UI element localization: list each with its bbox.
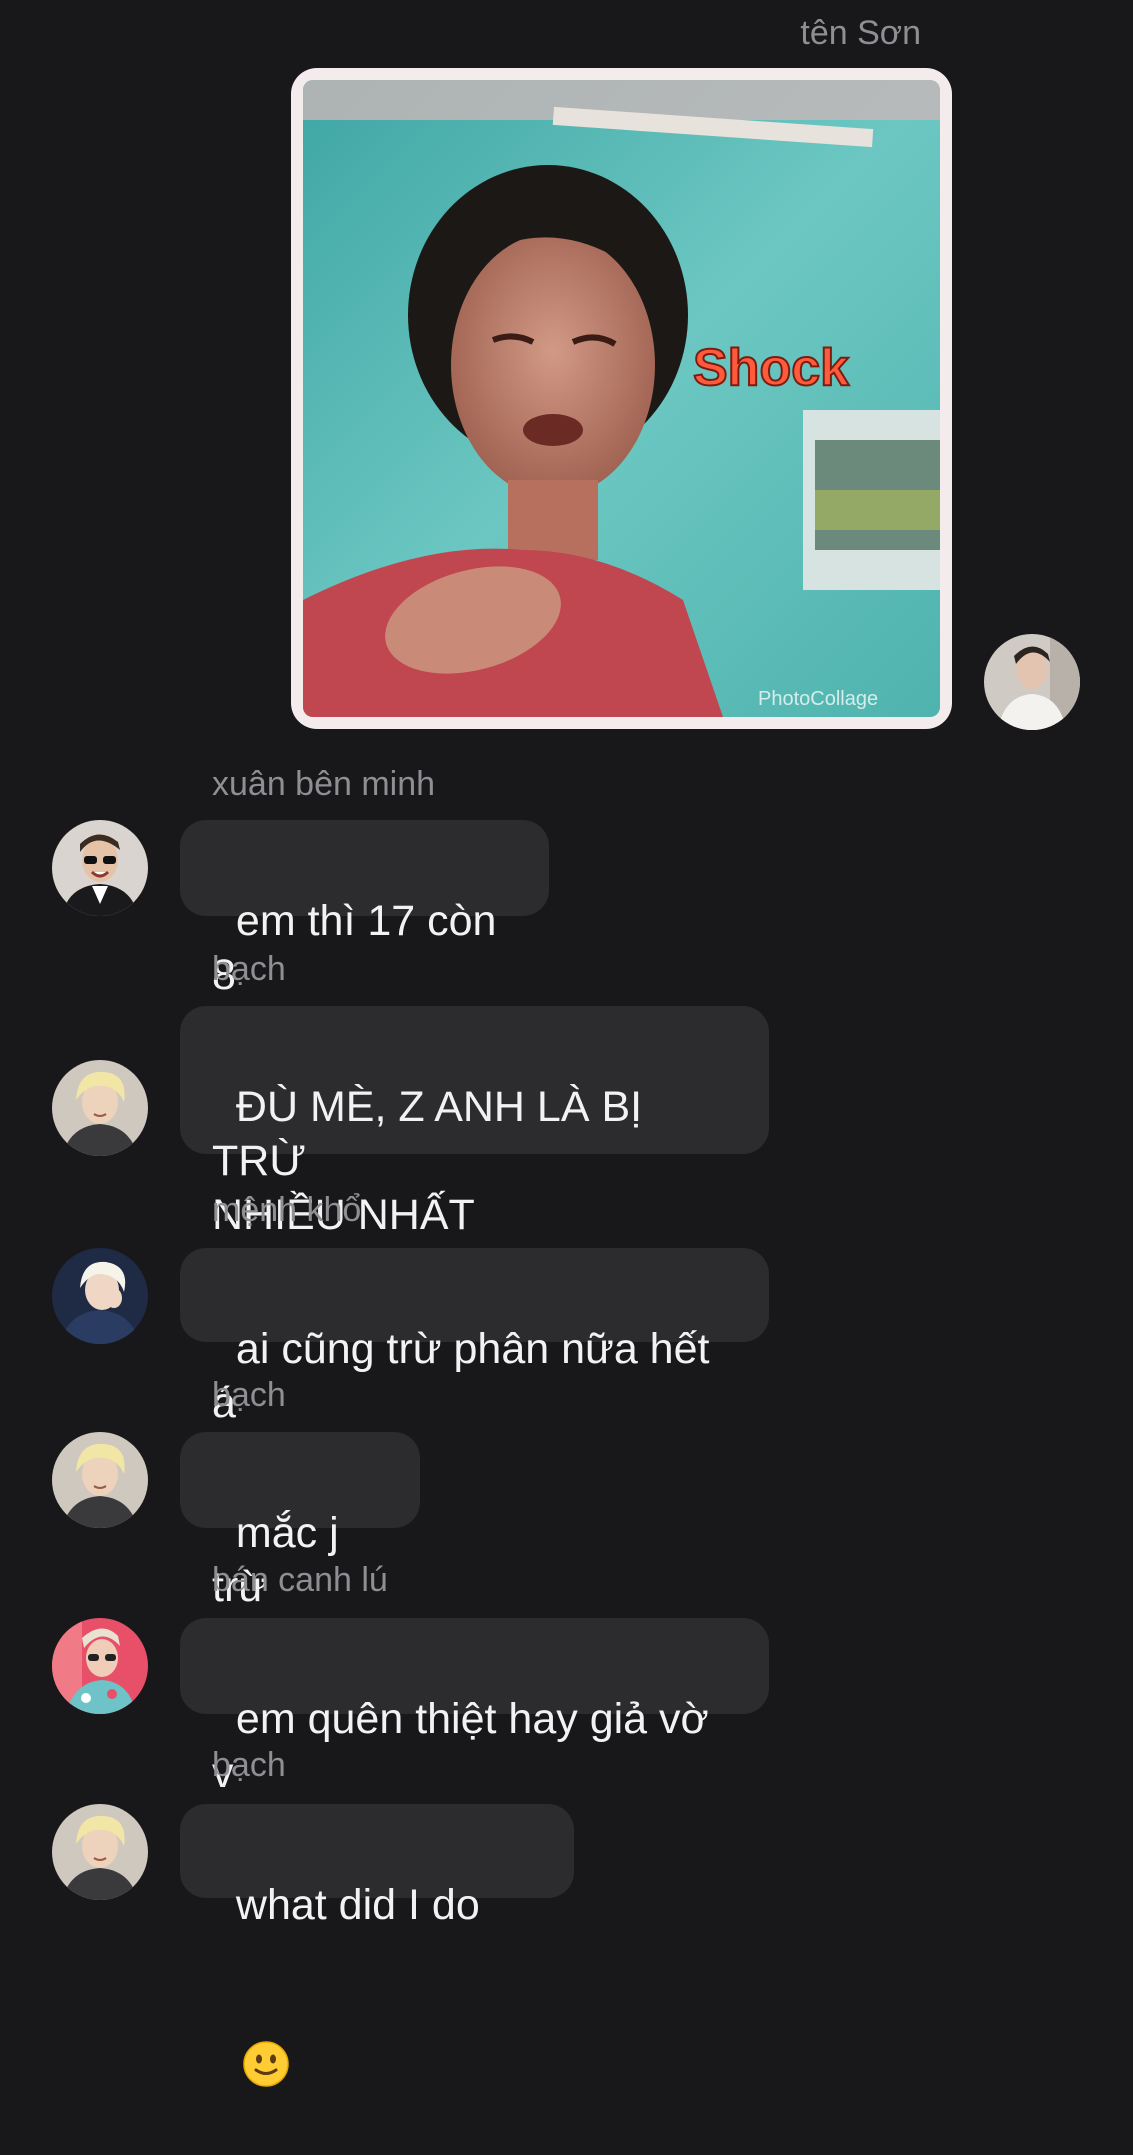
message-bubble[interactable]: em thì 17 còn 8 [180,820,549,999]
avatar-bach[interactable] [52,1432,148,1528]
image-message[interactable]: Shock PhotoCollage [291,68,952,729]
image-caption: Shock [693,339,849,397]
avatar-xuan-ben-minh[interactable] [52,820,148,916]
message-bubble[interactable]: mắc j trừ [180,1432,420,1611]
sender-name-bach: bạch [212,1376,286,1414]
avatar-menh-kho[interactable] [52,1248,148,1344]
avatar-bach[interactable] [52,1060,148,1156]
message-bubble[interactable]: ĐÙ MÈ, Z ANH LÀ BỊ TRỪ NHIỀU NHẤT [180,1006,769,1239]
message-bubble[interactable]: em quên thiệt hay giả vờ v [180,1618,769,1797]
message-text: what did I do [235,1881,480,1929]
message-bubble[interactable]: what did I do [180,1804,574,2087]
sender-name-bach: bạch [212,1746,286,1784]
message-bubble[interactable]: ai cũng trừ phân nữa hết á [180,1248,769,1427]
sender-name-ten-son: tên Sơn [800,14,921,52]
message-text: em quên thiệt hay giả vờ v [212,1695,721,1797]
avatar-bach[interactable] [52,1804,148,1900]
avatar-ten-son[interactable] [984,634,1080,730]
sender-name-xuan-ben-minh: xuân bên minh [212,765,436,803]
avatar-ban-canh-lu[interactable] [52,1618,148,1714]
slightly-smiling-face-icon [242,1932,290,2087]
sender-name-bach: bạch [212,950,286,988]
image-watermark: PhotoCollage [758,688,878,710]
message-text: ai cũng trừ phân nữa hết á [212,1325,722,1427]
sender-name-ban-canh-lu: bán canh lú [212,1561,388,1599]
sender-name-menh-kho: mệnh khổ [212,1191,362,1229]
shock-meme-image: Shock PhotoCollage [303,80,940,717]
